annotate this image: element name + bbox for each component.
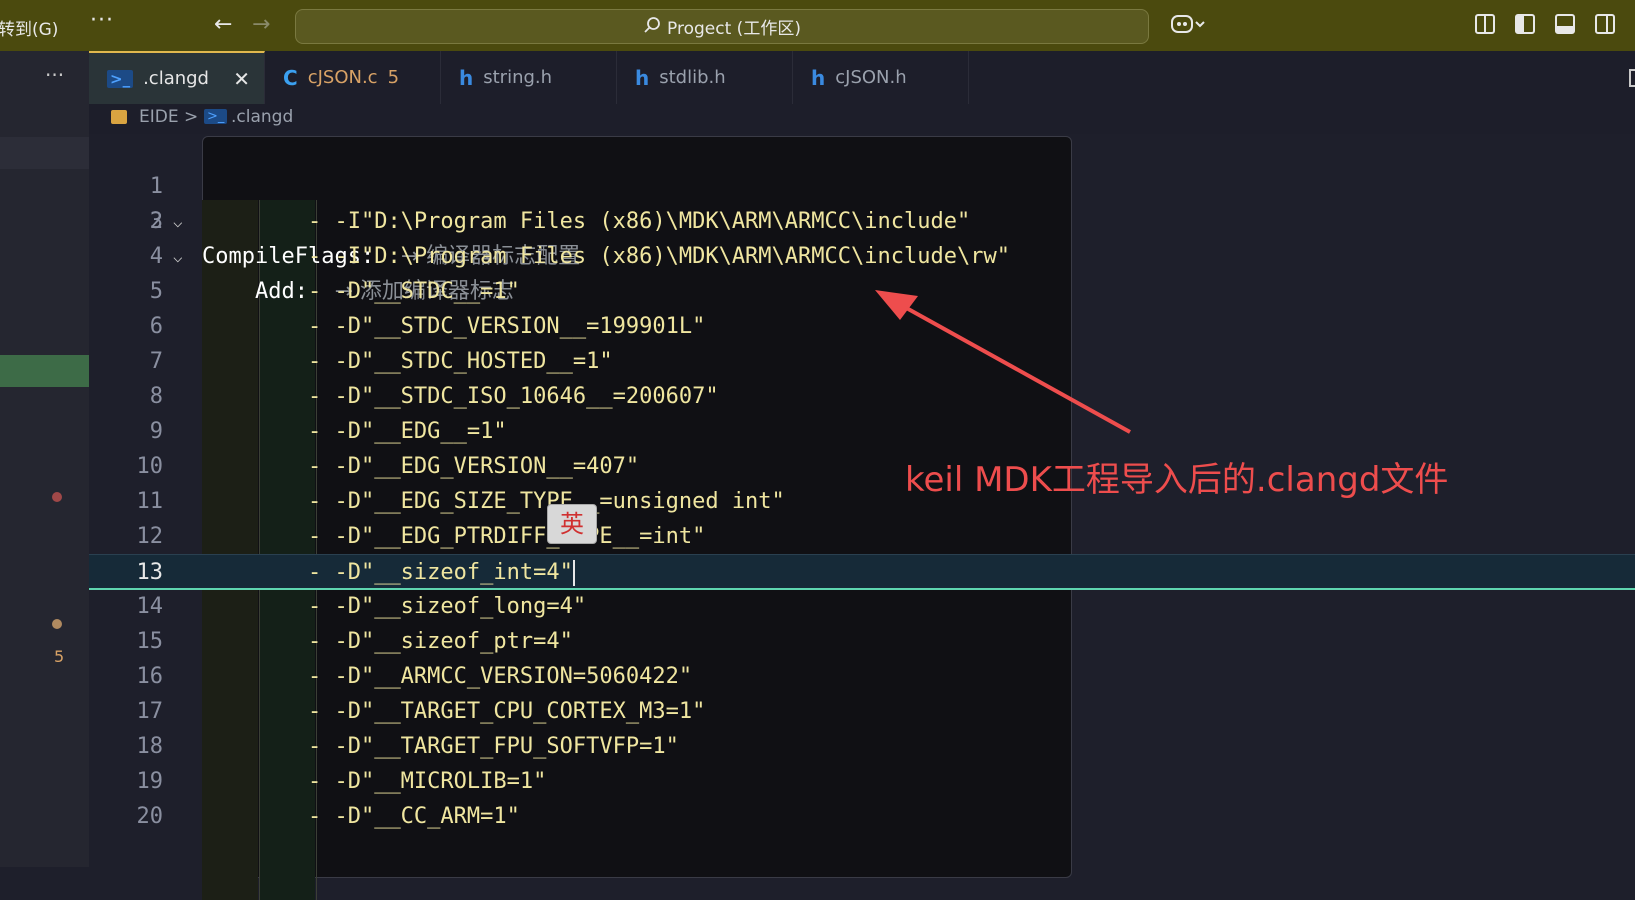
annotation-arrow — [875, 290, 1131, 434]
annotation-text: keil MDK工程导入后的.clangd文件 — [905, 460, 1449, 500]
